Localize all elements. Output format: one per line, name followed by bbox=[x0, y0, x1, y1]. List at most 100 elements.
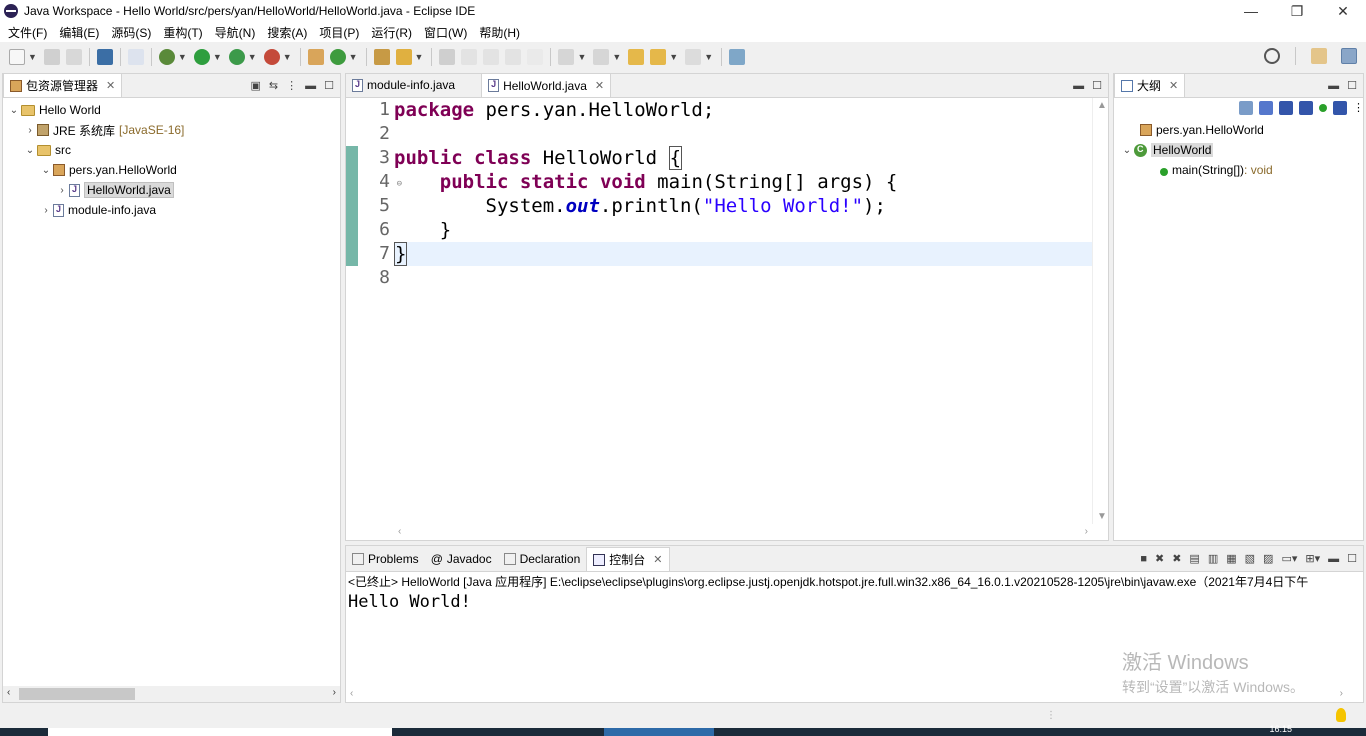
forward-icon[interactable] bbox=[685, 49, 702, 65]
console-output[interactable]: Hello World! bbox=[346, 590, 1363, 614]
view-menu-icon[interactable]: ⋮ bbox=[1353, 101, 1364, 115]
open-console-icon[interactable]: ⊞▾ bbox=[1305, 552, 1320, 565]
tab-package-explorer[interactable]: 包资源管理器 ✕ bbox=[3, 73, 123, 97]
show-on-stderr-icon[interactable]: ▧ bbox=[1245, 552, 1255, 565]
show-whitespace-icon[interactable] bbox=[527, 49, 544, 65]
terminal-icon[interactable] bbox=[96, 49, 113, 65]
outline-item-class[interactable]: ⌄ HelloWorld bbox=[1114, 140, 1363, 160]
display-console-icon[interactable]: ▭▾ bbox=[1281, 552, 1297, 565]
tree-item-jre[interactable]: › JRE 系统库 [JavaSE-16] bbox=[3, 120, 340, 140]
remove-launch-icon[interactable]: ✖ bbox=[1155, 552, 1164, 565]
word-wrap-icon[interactable]: ▥ bbox=[1208, 552, 1218, 565]
scroll-left-icon[interactable]: ‹ bbox=[398, 526, 401, 537]
debug-icon[interactable] bbox=[158, 49, 175, 65]
save-icon[interactable] bbox=[43, 49, 60, 65]
open-perspective-icon[interactable] bbox=[1311, 48, 1327, 64]
chevron-right-icon[interactable]: › bbox=[23, 125, 37, 136]
block-selection-icon[interactable] bbox=[505, 49, 522, 65]
menu-navigate[interactable]: 导航(N) bbox=[209, 24, 262, 41]
code-text[interactable]: package pers.yan.HelloWorld; public clas… bbox=[394, 98, 1092, 524]
taskbar-active-app[interactable] bbox=[604, 728, 714, 736]
menu-file[interactable]: 文件(F) bbox=[2, 24, 53, 41]
chevron-down-icon[interactable]: ⌄ bbox=[39, 165, 53, 176]
code-editor[interactable]: 1 2 3 4 ⊖ 5 6 7 8 package pers.yan.HelloW… bbox=[346, 98, 1108, 540]
tab-declaration[interactable]: Declaration bbox=[498, 547, 587, 571]
open-task-icon[interactable] bbox=[395, 49, 412, 65]
restore-button[interactable]: ❐ bbox=[1274, 0, 1320, 22]
menu-project[interactable]: 项目(P) bbox=[313, 24, 365, 41]
lightbulb-icon[interactable] bbox=[1336, 708, 1346, 722]
pin-editor-icon[interactable] bbox=[729, 49, 746, 65]
hide-local-types-icon[interactable] bbox=[1333, 101, 1347, 115]
close-button[interactable]: ✕ bbox=[1320, 0, 1366, 22]
tree-item-module-info[interactable]: › module-info.java bbox=[3, 200, 340, 220]
scroll-up-icon[interactable]: ▲ bbox=[1097, 100, 1107, 111]
outline-item-method[interactable]: main(String[]) : void bbox=[1114, 160, 1363, 180]
menu-edit[interactable]: 编辑(E) bbox=[53, 24, 105, 41]
vertical-scrollbar[interactable]: ▲ ▼ bbox=[1092, 98, 1108, 524]
link-with-editor-icon[interactable]: ⇆ bbox=[269, 79, 278, 92]
new-icon[interactable] bbox=[9, 49, 25, 65]
close-icon[interactable]: ✕ bbox=[1169, 79, 1178, 92]
maximize-view-icon[interactable]: ☐ bbox=[1347, 552, 1357, 565]
menu-run[interactable]: 运行(R) bbox=[365, 24, 418, 41]
maximize-view-icon[interactable]: ☐ bbox=[1347, 79, 1357, 92]
chevron-right-icon[interactable]: › bbox=[55, 185, 69, 196]
pin-console-icon[interactable]: ▨ bbox=[1263, 552, 1273, 565]
terminate-icon[interactable]: ■ bbox=[1140, 553, 1147, 565]
external-tools-icon[interactable] bbox=[263, 49, 280, 65]
tab-problems[interactable]: Problems bbox=[346, 547, 425, 571]
hide-fields-icon[interactable] bbox=[1279, 101, 1293, 115]
hide-static-icon[interactable] bbox=[1299, 101, 1313, 115]
remove-all-icon[interactable]: ✖ bbox=[1172, 552, 1181, 565]
java-perspective-icon[interactable] bbox=[1341, 48, 1357, 64]
scrollbar-thumb[interactable] bbox=[19, 688, 135, 700]
minimize-view-icon[interactable]: ▬ bbox=[305, 80, 316, 92]
scroll-left-icon[interactable]: ‹ bbox=[350, 688, 353, 699]
tree-item-package[interactable]: ⌄ pers.yan.HelloWorld bbox=[3, 160, 340, 180]
back-icon[interactable] bbox=[650, 49, 667, 65]
scroll-lock-icon[interactable]: ▤ bbox=[1189, 552, 1199, 565]
maximize-view-icon[interactable]: ☐ bbox=[324, 79, 334, 92]
search-icon[interactable] bbox=[1264, 48, 1280, 64]
scroll-right-icon[interactable]: › bbox=[333, 687, 336, 698]
word-wrap-icon[interactable] bbox=[483, 49, 500, 65]
menu-window[interactable]: 窗口(W) bbox=[418, 24, 473, 41]
minimize-view-icon[interactable]: ▬ bbox=[1073, 80, 1084, 92]
horizontal-scrollbar[interactable]: ‹ › bbox=[394, 524, 1108, 540]
close-icon[interactable]: ✕ bbox=[595, 79, 604, 92]
last-edit-location-icon[interactable] bbox=[628, 49, 645, 65]
show-on-stdout-icon[interactable]: ▦ bbox=[1226, 552, 1236, 565]
chevron-down-icon[interactable]: ⌄ bbox=[23, 145, 37, 156]
scroll-left-icon[interactable]: ‹ bbox=[7, 687, 10, 698]
run-icon[interactable] bbox=[193, 49, 210, 65]
mark-occurrences-icon[interactable] bbox=[461, 49, 478, 65]
menu-refactor[interactable]: 重构(T) bbox=[157, 24, 208, 41]
scroll-right-icon[interactable]: › bbox=[1340, 688, 1343, 699]
outline-item-package[interactable]: pers.yan.HelloWorld bbox=[1114, 120, 1363, 140]
tab-console[interactable]: 控制台 ✕ bbox=[586, 547, 670, 571]
tab-helloworld-java[interactable]: HelloWorld.java ✕ bbox=[481, 73, 612, 97]
new-package-icon[interactable] bbox=[307, 49, 324, 65]
skip-breakpoints-icon[interactable] bbox=[127, 49, 144, 65]
minimize-view-icon[interactable]: ▬ bbox=[1328, 80, 1339, 92]
new-class-icon[interactable] bbox=[329, 49, 346, 65]
previous-annotation-icon[interactable] bbox=[593, 49, 610, 65]
minimize-button[interactable]: — bbox=[1228, 0, 1274, 22]
chevron-right-icon[interactable]: › bbox=[39, 205, 53, 216]
save-all-icon[interactable] bbox=[65, 49, 82, 65]
collapse-all-icon[interactable] bbox=[1239, 101, 1253, 115]
close-icon[interactable]: ✕ bbox=[653, 553, 662, 566]
horizontal-scrollbar[interactable]: ‹ › bbox=[3, 686, 340, 702]
tab-outline[interactable]: 大纲 ✕ bbox=[1114, 73, 1186, 97]
menu-search[interactable]: 搜索(A) bbox=[261, 24, 313, 41]
toggle-breadcrumb-icon[interactable] bbox=[439, 49, 456, 65]
tree-item-helloworld-java[interactable]: › HelloWorld.java bbox=[3, 180, 340, 200]
chevron-down-icon[interactable]: ⌄ bbox=[1120, 145, 1134, 156]
hide-non-public-icon[interactable] bbox=[1319, 104, 1327, 112]
scroll-right-icon[interactable]: › bbox=[1085, 526, 1088, 537]
chevron-down-icon[interactable]: ⌄ bbox=[7, 105, 21, 116]
collapse-all-icon[interactable]: ▣ bbox=[251, 79, 261, 92]
coverage-icon[interactable] bbox=[228, 49, 245, 65]
tree-item-src[interactable]: ⌄ src bbox=[3, 140, 340, 160]
